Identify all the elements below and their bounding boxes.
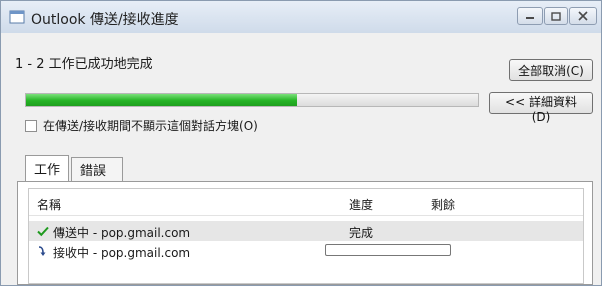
column-header-name[interactable]: 名稱 — [37, 196, 61, 213]
column-header-remaining[interactable]: 剩餘 — [431, 196, 455, 213]
tasks-panel: 名稱 進度 剩餘 傳送中 - pop.gmail.com 完成 接收中 - po… — [17, 181, 593, 285]
title-bar: Outlook 傳送/接收進度 — [1, 1, 601, 33]
overall-progress-fill — [26, 94, 298, 106]
task-list: 名稱 進度 剩餘 傳送中 - pop.gmail.com 完成 接收中 - po… — [28, 188, 584, 284]
task-progress-bar — [325, 244, 451, 256]
details-button[interactable]: << 詳細資料(D) — [489, 92, 593, 124]
task-list-header: 名稱 進度 剩餘 — [29, 189, 583, 216]
dont-show-dialog-checkbox[interactable] — [25, 119, 37, 132]
maximize-icon — [551, 11, 561, 21]
dont-show-dialog-label: 在傳送/接收期間不顯示這個對話方塊(O) — [43, 119, 258, 133]
tab-tasks[interactable]: 工作 — [25, 155, 69, 181]
outlook-send-receive-window: Outlook 傳送/接收進度 1 - 2 工作已成功地完成 全部取消(C) <… — [0, 0, 602, 286]
minimize-icon — [526, 17, 534, 19]
tab-errors[interactable]: 錯誤 — [71, 157, 123, 181]
minimize-button[interactable] — [517, 7, 543, 25]
dialog-content: 1 - 2 工作已成功地完成 全部取消(C) << 詳細資料(D) 在傳送/接收… — [1, 33, 601, 285]
column-header-progress[interactable]: 進度 — [349, 196, 373, 213]
close-button[interactable] — [569, 7, 597, 25]
close-icon — [578, 11, 588, 21]
overall-progress-bar — [25, 93, 479, 107]
arrow-icon — [38, 246, 46, 256]
app-window-icon — [9, 10, 25, 24]
checkmark-icon — [37, 226, 49, 237]
window-title: Outlook 傳送/接收進度 — [31, 12, 179, 28]
status-text: 1 - 2 工作已成功地完成 — [15, 57, 153, 72]
dont-show-dialog-option[interactable]: 在傳送/接收期間不顯示這個對話方塊(O) — [25, 117, 258, 134]
cancel-all-button[interactable]: 全部取消(C) — [509, 59, 593, 81]
maximize-button[interactable] — [544, 7, 568, 25]
task-name: 傳送中 - pop.gmail.com — [53, 226, 191, 240]
task-row[interactable]: 接收中 - pop.gmail.com — [29, 241, 583, 261]
task-name: 接收中 - pop.gmail.com — [53, 246, 191, 260]
task-row[interactable]: 傳送中 - pop.gmail.com 完成 — [29, 221, 583, 241]
task-progress-text: 完成 — [349, 226, 374, 240]
